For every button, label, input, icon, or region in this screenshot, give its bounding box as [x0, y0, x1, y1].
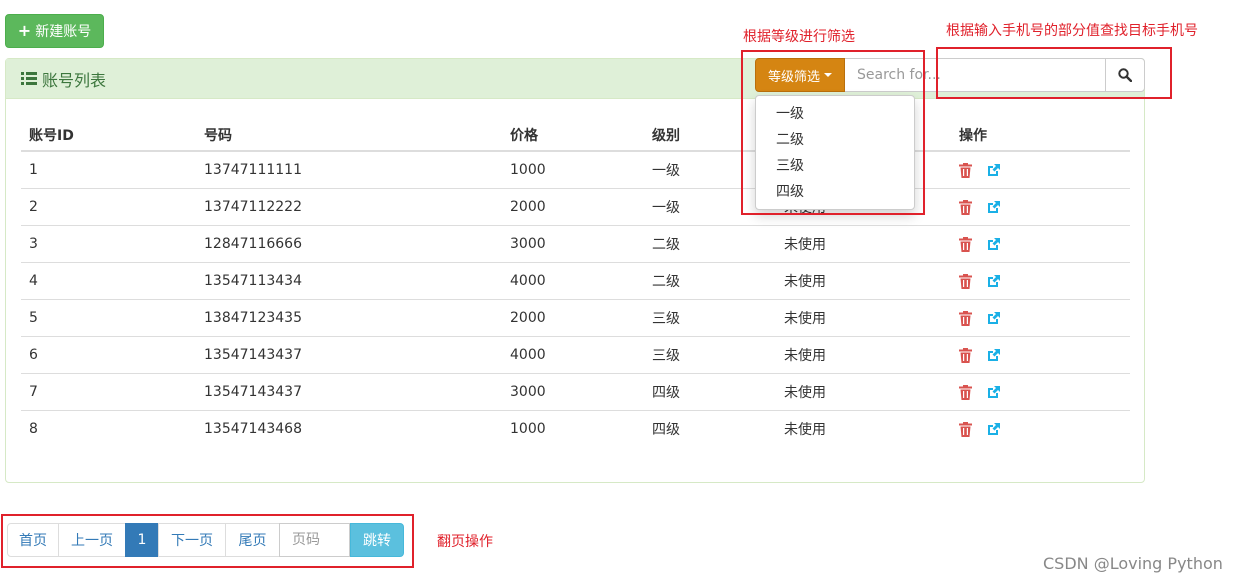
table-row: 6 13547143437 4000 三级 未使用	[21, 336, 1130, 374]
cell-number: 13747111111	[204, 162, 302, 178]
first-page-button[interactable]: 首页	[7, 523, 59, 557]
cell-status: 未使用	[776, 410, 951, 447]
cell-id: 1	[29, 162, 38, 178]
cell-actions	[951, 373, 1130, 411]
cell-id: 5	[21, 299, 196, 337]
col-header-id: 账号ID	[21, 119, 196, 152]
external-link-icon[interactable]	[986, 385, 1001, 400]
cell-actions	[951, 151, 1130, 189]
search-annotation-box	[936, 47, 1172, 99]
table-row: 2137471122222000一级未使用	[21, 188, 1130, 226]
trash-icon[interactable]	[959, 347, 972, 363]
prev-page-button[interactable]: 上一页	[58, 523, 126, 557]
cell-level: 二级	[644, 262, 776, 300]
panel-title: 账号列表	[42, 70, 107, 90]
cell-level: 二级	[644, 225, 776, 263]
cell-status: 未使用	[776, 262, 951, 300]
table-row: 1 13747111111 1000 一级	[21, 151, 1130, 189]
cell-level: 三级	[644, 336, 776, 374]
page-number-input[interactable]	[279, 523, 350, 557]
trash-icon[interactable]	[959, 162, 972, 178]
cell-actions	[951, 336, 1130, 374]
table-row: 8 13547143468 1000 四级 未使用	[21, 410, 1130, 447]
current-page-button[interactable]: 1	[125, 523, 159, 557]
trash-icon[interactable]	[959, 236, 972, 252]
next-page-button[interactable]: 下一页	[158, 523, 226, 557]
cell-price: 4000	[502, 262, 644, 300]
table-row: 5 13847123435 2000 三级 未使用	[21, 299, 1130, 337]
cell-actions	[951, 225, 1130, 263]
table-row: 4 13547113434 4000 二级 未使用	[21, 262, 1130, 300]
trash-icon[interactable]	[959, 273, 972, 289]
cell-price: 1000	[510, 162, 546, 178]
external-link-icon[interactable]	[986, 348, 1001, 363]
cell-level: 三级	[644, 299, 776, 337]
account-table: 账号ID 号码 价格 级别 操作 1 13747111111 1000 一级 2 1374…	[21, 119, 1130, 447]
last-page-button[interactable]: 尾页	[225, 523, 280, 557]
cell-actions	[951, 262, 1130, 300]
cell-number: 13547143437	[196, 373, 502, 411]
cell-number: 13847123435	[196, 299, 502, 337]
external-link-icon[interactable]	[986, 422, 1001, 437]
cell-number: 13547113434	[196, 262, 502, 300]
jump-button[interactable]: 跳转	[350, 523, 404, 557]
external-link-icon[interactable]	[986, 237, 1001, 252]
cell-level: 四级	[644, 410, 776, 447]
cell-price: 3000	[502, 373, 644, 411]
cell-status: 未使用	[776, 225, 951, 263]
trash-icon[interactable]	[959, 384, 972, 400]
list-icon	[21, 71, 37, 86]
cell-price: 2000	[502, 299, 644, 337]
plus-icon: +	[17, 21, 32, 40]
cell-id: 8	[21, 410, 196, 447]
cell-id: 6	[21, 336, 196, 374]
cell-price: 4000	[502, 336, 644, 374]
filter-annotation-box	[741, 50, 925, 215]
col-header-price: 价格	[502, 119, 644, 152]
filter-annotation: 根据等级进行筛选	[743, 29, 855, 45]
col-header-number: 号码	[196, 119, 502, 152]
cell-actions	[951, 188, 1130, 226]
cell-price: 2000	[502, 188, 644, 226]
table-row: 7 13547143437 3000 四级 未使用	[21, 373, 1130, 411]
cell-price: 3000	[502, 225, 644, 263]
trash-icon[interactable]	[959, 310, 972, 326]
new-account-button[interactable]: + 新建账号	[5, 14, 104, 48]
search-annotation: 根据输入手机号的部分值查找目标手机号	[946, 23, 1198, 39]
cell-id: 7	[21, 373, 196, 411]
cell-status: 未使用	[776, 336, 951, 374]
cell-level: 四级	[644, 373, 776, 411]
cell-actions	[951, 410, 1130, 447]
cell-status: 未使用	[776, 299, 951, 337]
trash-icon[interactable]	[959, 199, 972, 215]
cell-id: 2	[21, 188, 196, 226]
account-list-panel: 账号列表 账号ID 号码 价格 级别 操作 1 13747111111 1000 一级…	[5, 58, 1145, 483]
cell-price: 1000	[502, 410, 644, 447]
cell-number: 13547143437	[196, 336, 502, 374]
external-link-icon[interactable]	[986, 163, 1001, 178]
new-account-label: 新建账号	[35, 24, 92, 40]
pagination: 首页 上一页 1 下一页 尾页 跳转	[7, 523, 404, 557]
cell-number: 13747112222	[196, 188, 502, 226]
cell-actions	[951, 299, 1130, 337]
cell-number: 12847116666	[196, 225, 502, 263]
table-header-row: 账号ID 号码 价格 级别 操作	[21, 119, 1130, 152]
watermark: CSDN @Loving Python	[1043, 554, 1223, 573]
external-link-icon[interactable]	[986, 200, 1001, 215]
cell-status: 未使用	[776, 373, 951, 411]
external-link-icon[interactable]	[986, 274, 1001, 289]
table-row: 3 12847116666 3000 二级 未使用	[21, 225, 1130, 263]
col-header-actions: 操作	[951, 119, 1130, 152]
trash-icon[interactable]	[959, 421, 972, 437]
cell-number: 13547143468	[196, 410, 502, 447]
cell-id: 3	[21, 225, 196, 263]
external-link-icon[interactable]	[986, 311, 1001, 326]
pager-annotation: 翻页操作	[437, 534, 493, 550]
cell-id: 4	[21, 262, 196, 300]
